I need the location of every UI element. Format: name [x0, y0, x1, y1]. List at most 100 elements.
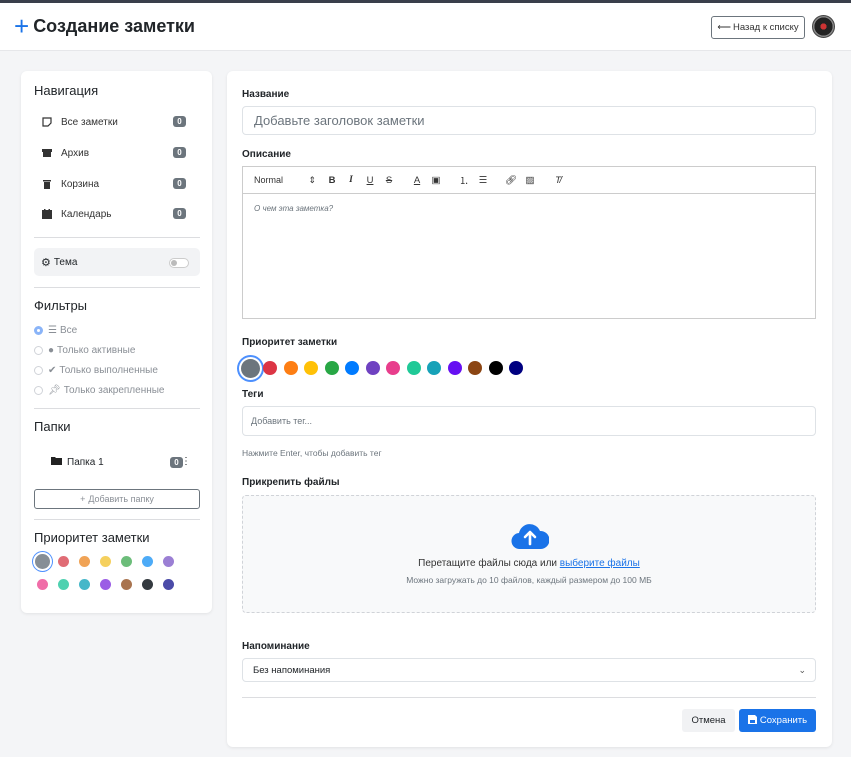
reminder-select[interactable]: Без напоминания ⌄: [242, 658, 816, 682]
tags-input[interactable]: Добавить тег...: [242, 406, 816, 436]
priority-label: Приоритет заметки: [242, 337, 338, 348]
radio-button[interactable]: [34, 346, 43, 355]
priority-color-swatch[interactable]: [57, 555, 69, 567]
priority-color-swatch[interactable]: [78, 578, 90, 590]
chevron-down-icon: ⌄: [798, 665, 806, 675]
back-to-list-button[interactable]: ⟵ Назад к списку: [711, 16, 805, 39]
divider: [34, 519, 200, 520]
filter-label: Все: [59, 325, 78, 336]
priority-color-swatch[interactable]: [34, 553, 50, 569]
background-color-icon[interactable]: ▣: [430, 174, 442, 186]
tags-label: Теги: [242, 389, 264, 400]
priority-color-option[interactable]: [488, 361, 503, 375]
priority-color-swatch[interactable]: [36, 578, 48, 590]
reminder-value: Без напоминания: [253, 664, 331, 676]
add-folder-button[interactable]: + Добавить папку: [34, 489, 200, 509]
choose-files-link[interactable]: выберите файлы: [560, 558, 640, 569]
italic-icon[interactable]: I: [345, 174, 357, 186]
nav-section-title: Навигация: [34, 83, 99, 98]
clear-format-icon[interactable]: T̸: [552, 174, 564, 186]
circle-icon: ●: [48, 345, 55, 356]
priority-color-option[interactable]: [427, 361, 441, 375]
format-select[interactable]: Normal ⇕: [254, 175, 316, 186]
priority-color-option[interactable]: [283, 361, 298, 375]
description-label: Описание: [242, 149, 291, 160]
priority-color-swatch[interactable]: [57, 578, 69, 590]
priority-color-swatch[interactable]: [141, 578, 153, 590]
priority-color-option[interactable]: [447, 361, 462, 375]
back-button-label: Назад к списку: [733, 22, 799, 33]
folder-item[interactable]: Папка 1 0 ⋮: [51, 456, 191, 468]
tags-placeholder: Добавить тег...: [251, 416, 312, 426]
arrow-left-icon: ⟵: [717, 22, 731, 33]
filter-label: Только закрепленные: [63, 385, 165, 396]
editor-placeholder: О чем эта заметка?: [254, 204, 334, 213]
page-title-text: Создание заметки: [33, 15, 195, 36]
count-badge: 0: [173, 208, 186, 219]
count-badge: 0: [173, 147, 186, 158]
count-badge: 0: [173, 178, 186, 189]
text-color-icon[interactable]: A: [411, 174, 423, 186]
priority-color-option[interactable]: [509, 361, 523, 375]
ordered-list-icon[interactable]: ⒈: [458, 174, 470, 187]
priority-color-swatch[interactable]: [99, 555, 111, 567]
filter-label: Только выполненные: [59, 365, 158, 376]
sort-arrows-icon: ⇕: [308, 174, 316, 185]
radio-button[interactable]: [34, 386, 43, 395]
priority-color-option[interactable]: [304, 361, 318, 375]
priority-color-swatch[interactable]: [162, 578, 174, 590]
priority-color-option[interactable]: [263, 361, 277, 375]
priority-section-title: Приоритет заметки: [34, 530, 150, 545]
count-badge: 0: [173, 116, 186, 127]
title-input[interactable]: Добавьте заголовок заметки: [242, 106, 816, 135]
file-dropzone[interactable]: Перетащите файлы сюда или выберите файлы…: [242, 495, 816, 613]
strikethrough-icon[interactable]: S: [383, 174, 395, 186]
priority-color-swatch[interactable]: [120, 578, 132, 590]
filter-pinned[interactable]: 📌︎ Только закрепленные: [34, 385, 165, 396]
avatar[interactable]: [812, 15, 835, 38]
radio-button[interactable]: [34, 326, 43, 335]
theme-toggle[interactable]: [169, 258, 189, 268]
priority-color-swatch[interactable]: [162, 555, 174, 567]
priority-color-swatch[interactable]: [99, 578, 111, 590]
image-icon[interactable]: ▨: [524, 174, 536, 186]
filter-completed[interactable]: ✔ Только выполненные: [34, 365, 158, 376]
underline-icon[interactable]: U: [364, 174, 376, 186]
priority-color-option[interactable]: [468, 361, 482, 375]
bold-icon[interactable]: B: [326, 174, 338, 186]
priority-color-swatch[interactable]: [120, 555, 132, 567]
priority-color-option[interactable]: [406, 361, 421, 375]
pin-icon: 📌︎: [48, 385, 61, 396]
cancel-button[interactable]: Отмена: [682, 709, 735, 732]
priority-color-option[interactable]: [324, 361, 339, 375]
priority-color-swatch[interactable]: [78, 555, 90, 567]
note-icon: [41, 116, 53, 128]
sidebar-item-calendar[interactable]: Календарь 0: [41, 204, 186, 224]
theme-switch-row[interactable]: ⚙ Тема: [34, 248, 200, 276]
page-title: + Создание заметки: [14, 13, 195, 39]
filter-all[interactable]: ☰ Все: [34, 325, 77, 336]
priority-color-option[interactable]: [386, 361, 400, 375]
priority-color-option[interactable]: [365, 361, 380, 375]
link-icon[interactable]: 🔗︎: [505, 174, 517, 186]
bullet-list-icon[interactable]: ☰: [477, 174, 489, 186]
save-label: Сохранить: [759, 715, 808, 726]
sidebar-item-trash[interactable]: Корзина 0: [41, 174, 186, 194]
gear-icon: ⚙: [41, 256, 51, 269]
reminder-label: Напоминание: [242, 641, 310, 652]
drop-text-main: Перетащите файлы сюда или: [418, 558, 557, 569]
priority-color-swatch[interactable]: [141, 555, 153, 567]
priority-color-option[interactable]: [345, 361, 359, 375]
folders-section-title: Папки: [34, 419, 71, 434]
sidebar-item-archive[interactable]: Архив 0: [41, 143, 186, 163]
trash-icon: [41, 178, 53, 190]
filter-label: Только активные: [57, 345, 136, 356]
priority-color-option[interactable]: [240, 358, 260, 378]
radio-button[interactable]: [34, 366, 43, 375]
sidebar-item-all-notes[interactable]: Все заметки 0: [41, 112, 186, 132]
save-button[interactable]: Сохранить: [739, 709, 816, 732]
rich-text-editor: Normal ⇕ B I U S A ▣ ⒈ ☰ 🔗︎ ▨ T̸ О чем э…: [242, 166, 816, 319]
filter-active[interactable]: ● Только активные: [34, 345, 135, 356]
more-vertical-icon[interactable]: ⋮: [181, 456, 191, 467]
sidebar-item-label: Календарь: [61, 208, 112, 220]
